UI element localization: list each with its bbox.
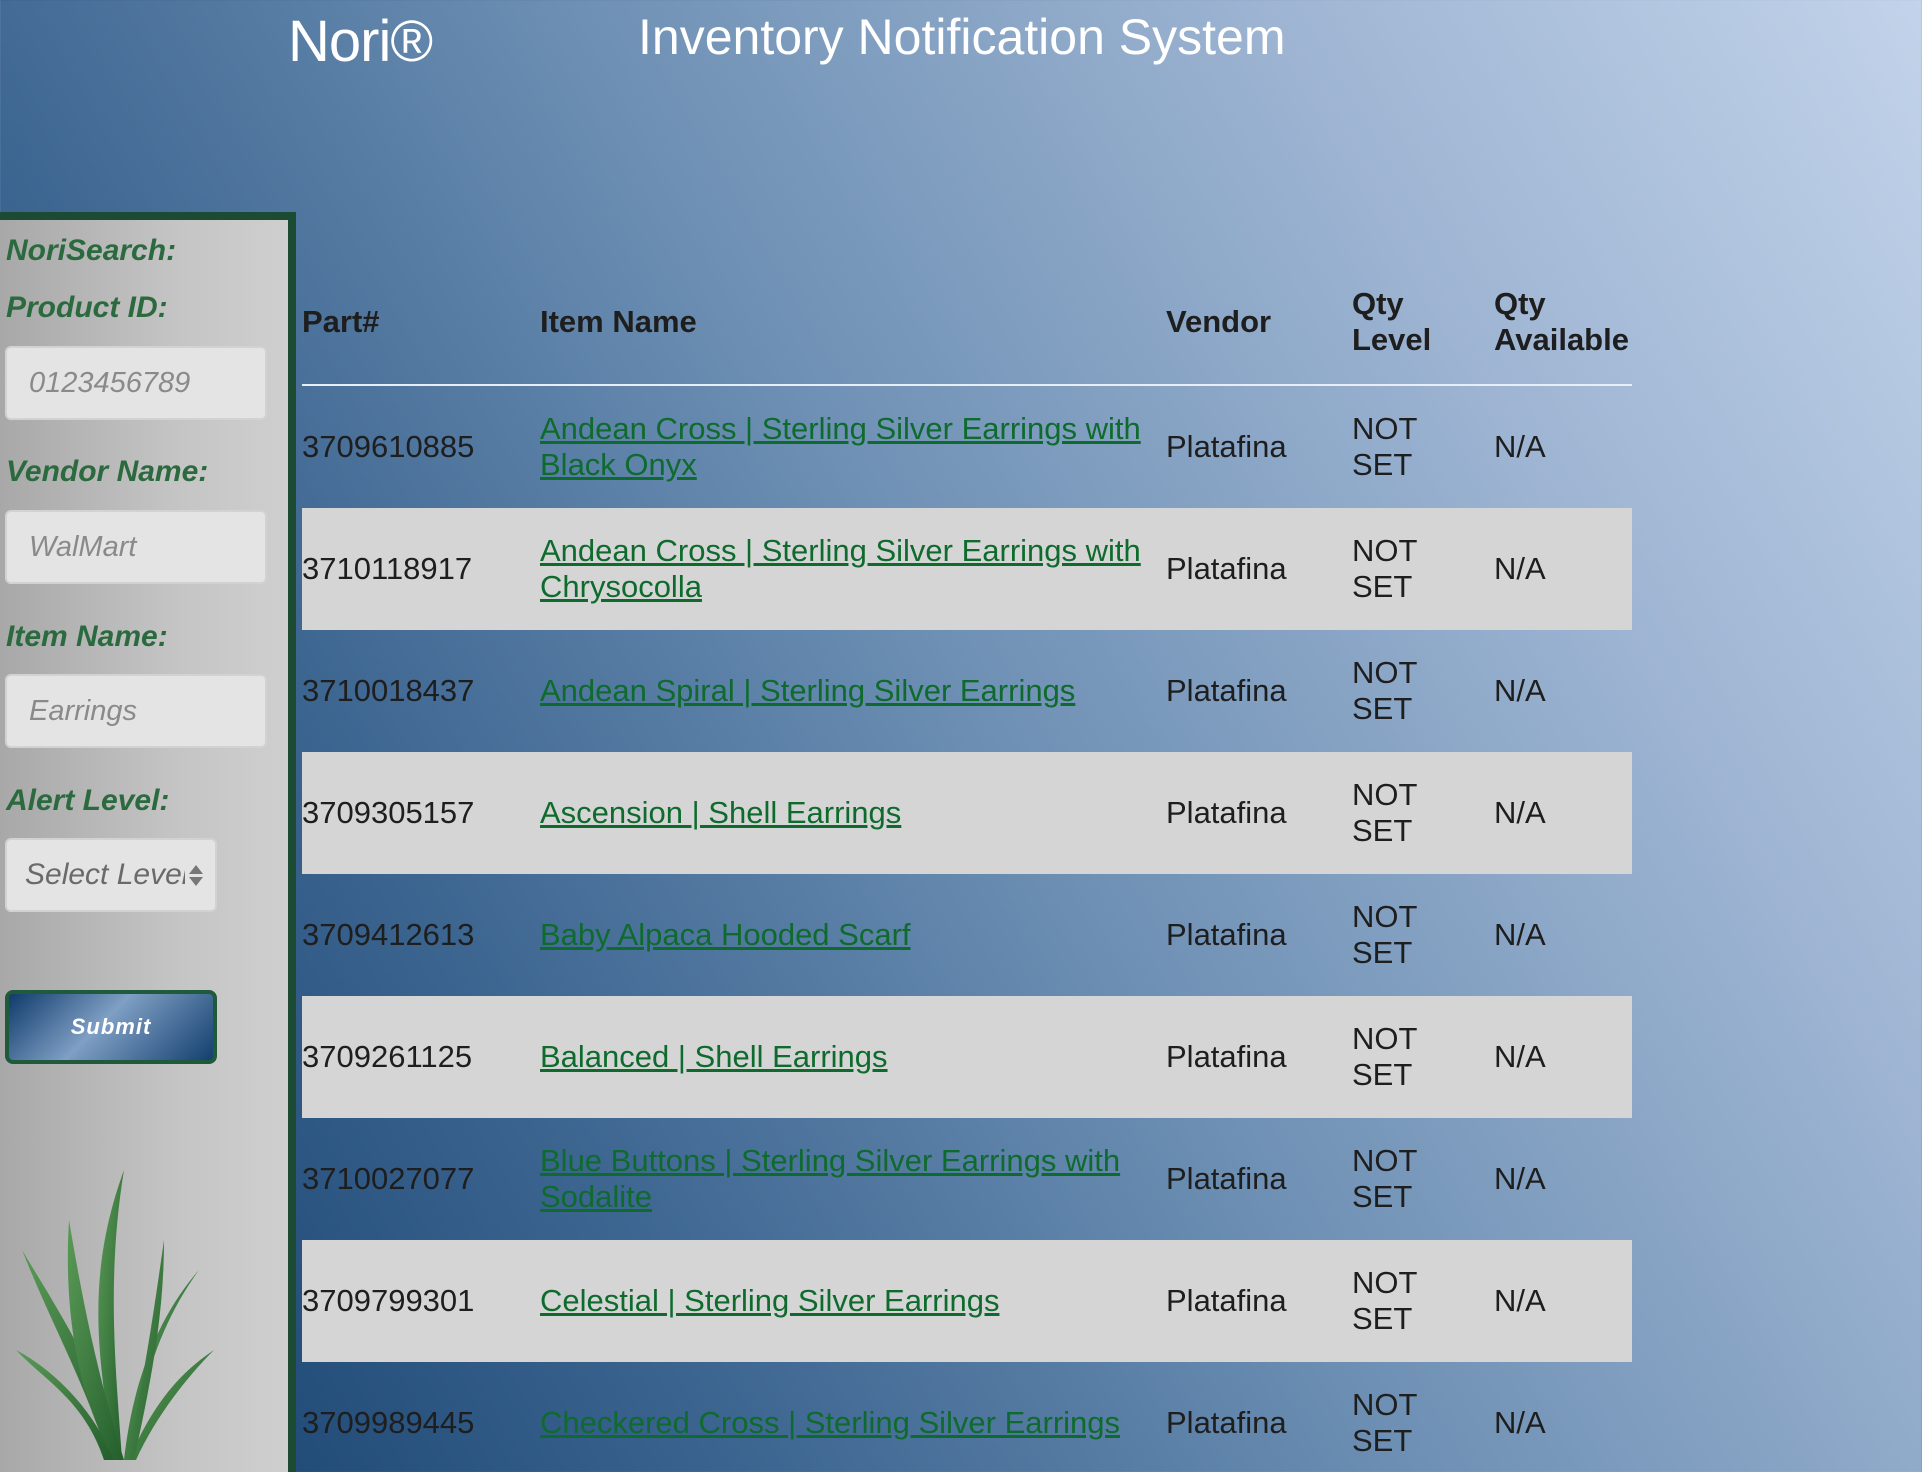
item-link[interactable]: Checkered Cross | Sterling Silver Earrin… [540, 1405, 1120, 1441]
qty-available-cell: N/A [1494, 1283, 1546, 1318]
vendor-cell: Platafina [1166, 1039, 1287, 1074]
vendor-cell: Platafina [1166, 429, 1287, 464]
qty-level-cell: NOT SET [1352, 411, 1418, 482]
vendor-cell: Platafina [1166, 673, 1287, 708]
vendor-name-label: Vendor Name: [6, 455, 209, 488]
part-number: 3710027077 [302, 1161, 475, 1196]
vendor-cell: Platafina [1166, 1283, 1287, 1318]
part-number: 3709305157 [302, 795, 475, 830]
qty-level-cell: NOT SET [1352, 1021, 1418, 1092]
qty-available-cell: N/A [1494, 673, 1546, 708]
search-sidebar: NoriSearch: Product ID: Vendor Name: Ite… [0, 212, 296, 1472]
grass-icon [16, 1170, 214, 1460]
item-link[interactable]: Blue Buttons | Sterling Silver Earrings … [540, 1143, 1146, 1215]
vendor-cell: Platafina [1166, 551, 1287, 586]
vendor-cell: Platafina [1166, 1405, 1287, 1440]
qty-level-cell: NOT SET [1352, 777, 1418, 848]
qty-level-cell: NOT SET [1352, 655, 1418, 726]
vendor-cell: Platafina [1166, 917, 1287, 952]
col-vendor: Vendor [1166, 304, 1272, 339]
alert-level-label: Alert Level: [6, 784, 170, 817]
item-name-input[interactable] [5, 674, 267, 748]
col-qty-level: Qty Level [1352, 286, 1432, 357]
table-header: Part# Item Name Vendor Qty Level Qty Avail… [302, 260, 1632, 386]
part-number: 3709799301 [302, 1283, 475, 1318]
product-id-label: Product ID: [6, 291, 168, 324]
inventory-table: Part# Item Name Vendor Qty Level Qty Avail… [302, 260, 1632, 1472]
col-qty-available: Qty Available [1494, 286, 1629, 357]
item-link[interactable]: Balanced | Shell Earrings [540, 1039, 888, 1075]
qty-level-cell: NOT SET [1352, 1387, 1418, 1458]
item-link[interactable]: Baby Alpaca Hooded Scarf [540, 917, 911, 953]
table-row: 3710027077 Blue Buttons | Sterling Silve… [302, 1118, 1632, 1240]
table-row: 3709261125 Balanced | Shell Earrings Pla… [302, 996, 1632, 1118]
select-arrows-icon [189, 864, 203, 886]
part-number: 3709412613 [302, 917, 475, 952]
alert-level-value: Select Level [25, 858, 185, 891]
table-row: 3709989445 Checkered Cross | Sterling Si… [302, 1362, 1632, 1472]
item-link[interactable]: Ascension | Shell Earrings [540, 795, 901, 831]
table-row: 3710018437 Andean Spiral | Sterling Silv… [302, 630, 1632, 752]
table-row: 3710118917 Andean Cross | Sterling Silve… [302, 508, 1632, 630]
alert-level-select[interactable]: Select Level [5, 838, 217, 912]
qty-available-cell: N/A [1494, 429, 1546, 464]
vendor-cell: Platafina [1166, 1161, 1287, 1196]
vendor-name-input[interactable] [5, 510, 267, 584]
product-id-input[interactable] [5, 346, 267, 420]
qty-available-cell: N/A [1494, 1405, 1546, 1440]
vendor-cell: Platafina [1166, 795, 1287, 830]
qty-available-cell: N/A [1494, 1161, 1546, 1196]
qty-level-cell: NOT SET [1352, 1265, 1418, 1336]
col-item-name: Item Name [540, 304, 697, 339]
qty-level-cell: NOT SET [1352, 533, 1418, 604]
item-link[interactable]: Celestial | Sterling Silver Earrings [540, 1283, 999, 1319]
part-number: 3709989445 [302, 1405, 475, 1440]
qty-available-cell: N/A [1494, 1039, 1546, 1074]
table-row: 3709305157 Ascension | Shell Earrings Pl… [302, 752, 1632, 874]
qty-level-cell: NOT SET [1352, 899, 1418, 970]
qty-level-cell: NOT SET [1352, 1143, 1418, 1214]
col-part: Part# [302, 304, 380, 339]
table-row: 3709412613 Baby Alpaca Hooded Scarf Plat… [302, 874, 1632, 996]
part-number: 3710118917 [302, 551, 473, 586]
part-number: 3709261125 [302, 1039, 473, 1074]
part-number: 3710018437 [302, 673, 475, 708]
table-row: 3709610885 Andean Cross | Sterling Silve… [302, 386, 1632, 508]
item-link[interactable]: Andean Cross | Sterling Silver Earrings … [540, 533, 1146, 605]
brand-logo: Nori® [288, 9, 433, 74]
item-link[interactable]: Andean Cross | Sterling Silver Earrings … [540, 411, 1146, 483]
item-link[interactable]: Andean Spiral | Sterling Silver Earrings [540, 673, 1075, 709]
qty-available-cell: N/A [1494, 917, 1546, 952]
part-number: 3709610885 [302, 429, 475, 464]
page-title: Inventory Notification System [638, 9, 1286, 65]
qty-available-cell: N/A [1494, 795, 1546, 830]
qty-available-cell: N/A [1494, 551, 1546, 586]
item-name-label: Item Name: [6, 620, 168, 653]
submit-button[interactable]: Submit [5, 990, 217, 1064]
table-row: 3709799301 Celestial | Sterling Silver E… [302, 1240, 1632, 1362]
search-title: NoriSearch: [6, 234, 177, 267]
